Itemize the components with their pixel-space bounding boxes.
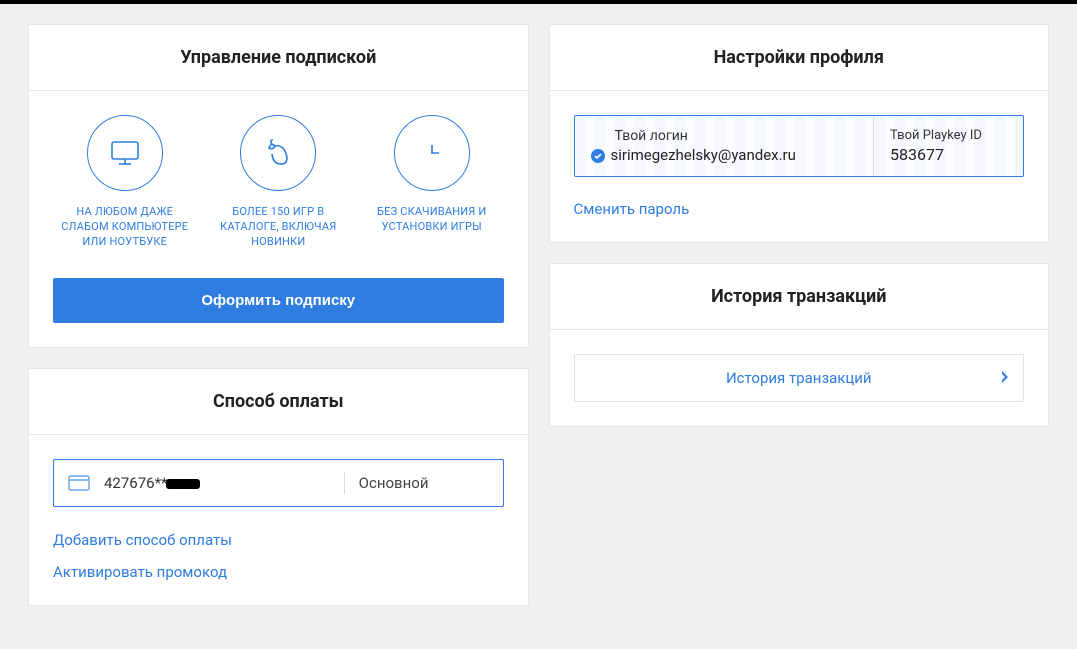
monitor-icon [87, 115, 163, 191]
profile-card: Настройки профиля Твой логин [549, 24, 1050, 243]
feature-any-pc: НА ЛЮБОМ ДАЖЕ СЛАБОМ КОМПЬЮТЕРЕ ИЛИ НОУТ… [53, 115, 197, 250]
transactions-button-label: История транзакций [726, 369, 872, 387]
clock-icon [394, 115, 470, 191]
feature-catalog: БОЛЕЕ 150 ИГР В КАТАЛОГЕ, ВКЛЮЧАЯ НОВИНК… [207, 115, 351, 250]
redacted-block [166, 479, 200, 489]
profile-id-block: Твой Playkey ID 583677 [873, 116, 1023, 176]
payment-card: Способ оплаты 427676** Основной Добавить [28, 368, 529, 606]
subscription-card: Управление подпиской НА ЛЮБОМ ДАЖЕ СЛАБО… [28, 24, 529, 348]
id-label: Твой Playkey ID [890, 128, 1007, 143]
right-column: Настройки профиля Твой логин [549, 24, 1050, 427]
credit-card-icon [68, 475, 90, 491]
transactions-card: История транзакций История транзакций [549, 263, 1050, 427]
card-number: 427676** [104, 474, 200, 492]
profile-title: Настройки профиля [574, 47, 1025, 68]
change-password-link[interactable]: Сменить пароль [574, 200, 690, 218]
profile-info-box: Твой логин sirimegezhelsky@yandex.ru [574, 115, 1025, 177]
activate-promo-link[interactable]: Активировать промокод [53, 563, 504, 581]
pepper-icon [240, 115, 316, 191]
transactions-title: История транзакций [574, 286, 1025, 307]
id-value: 583677 [890, 145, 1007, 164]
profile-login-block: Твой логин sirimegezhelsky@yandex.ru [575, 116, 874, 176]
transactions-header: История транзакций [550, 264, 1049, 330]
divider [344, 472, 345, 494]
feature-row: НА ЛЮБОМ ДАЖЕ СЛАБОМ КОМПЬЮТЕРЕ ИЛИ НОУТ… [53, 115, 504, 250]
chevron-right-icon [1001, 369, 1009, 387]
verified-icon [591, 148, 605, 162]
feature-label: НА ЛЮБОМ ДАЖЕ СЛАБОМ КОМПЬЮТЕРЕ ИЛИ НОУТ… [53, 205, 197, 250]
transactions-button[interactable]: История транзакций [574, 354, 1025, 402]
left-column: Управление подпиской НА ЛЮБОМ ДАЖЕ СЛАБО… [28, 24, 529, 606]
subscription-title: Управление подпиской [53, 47, 504, 68]
login-label: Твой логин [591, 128, 858, 144]
feature-label: БОЛЕЕ 150 ИГР В КАТАЛОГЕ, ВКЛЮЧАЯ НОВИНК… [207, 205, 351, 250]
card-status: Основной [359, 474, 489, 492]
payment-method-row[interactable]: 427676** Основной [53, 459, 504, 507]
profile-header: Настройки профиля [550, 25, 1049, 91]
login-value: sirimegezhelsky@yandex.ru [611, 146, 796, 164]
subscription-header: Управление подпиской [29, 25, 528, 91]
add-payment-link[interactable]: Добавить способ оплаты [53, 531, 504, 549]
content-wrap: Управление подпиской НА ЛЮБОМ ДАЖЕ СЛАБО… [0, 4, 1077, 626]
subscribe-button[interactable]: Оформить подписку [53, 278, 504, 323]
payment-title: Способ оплаты [53, 391, 504, 412]
payment-header: Способ оплаты [29, 369, 528, 435]
feature-label: БЕЗ СКАЧИВАНИЯ И УСТАНОВКИ ИГРЫ [360, 205, 504, 235]
feature-no-install: БЕЗ СКАЧИВАНИЯ И УСТАНОВКИ ИГРЫ [360, 115, 504, 250]
